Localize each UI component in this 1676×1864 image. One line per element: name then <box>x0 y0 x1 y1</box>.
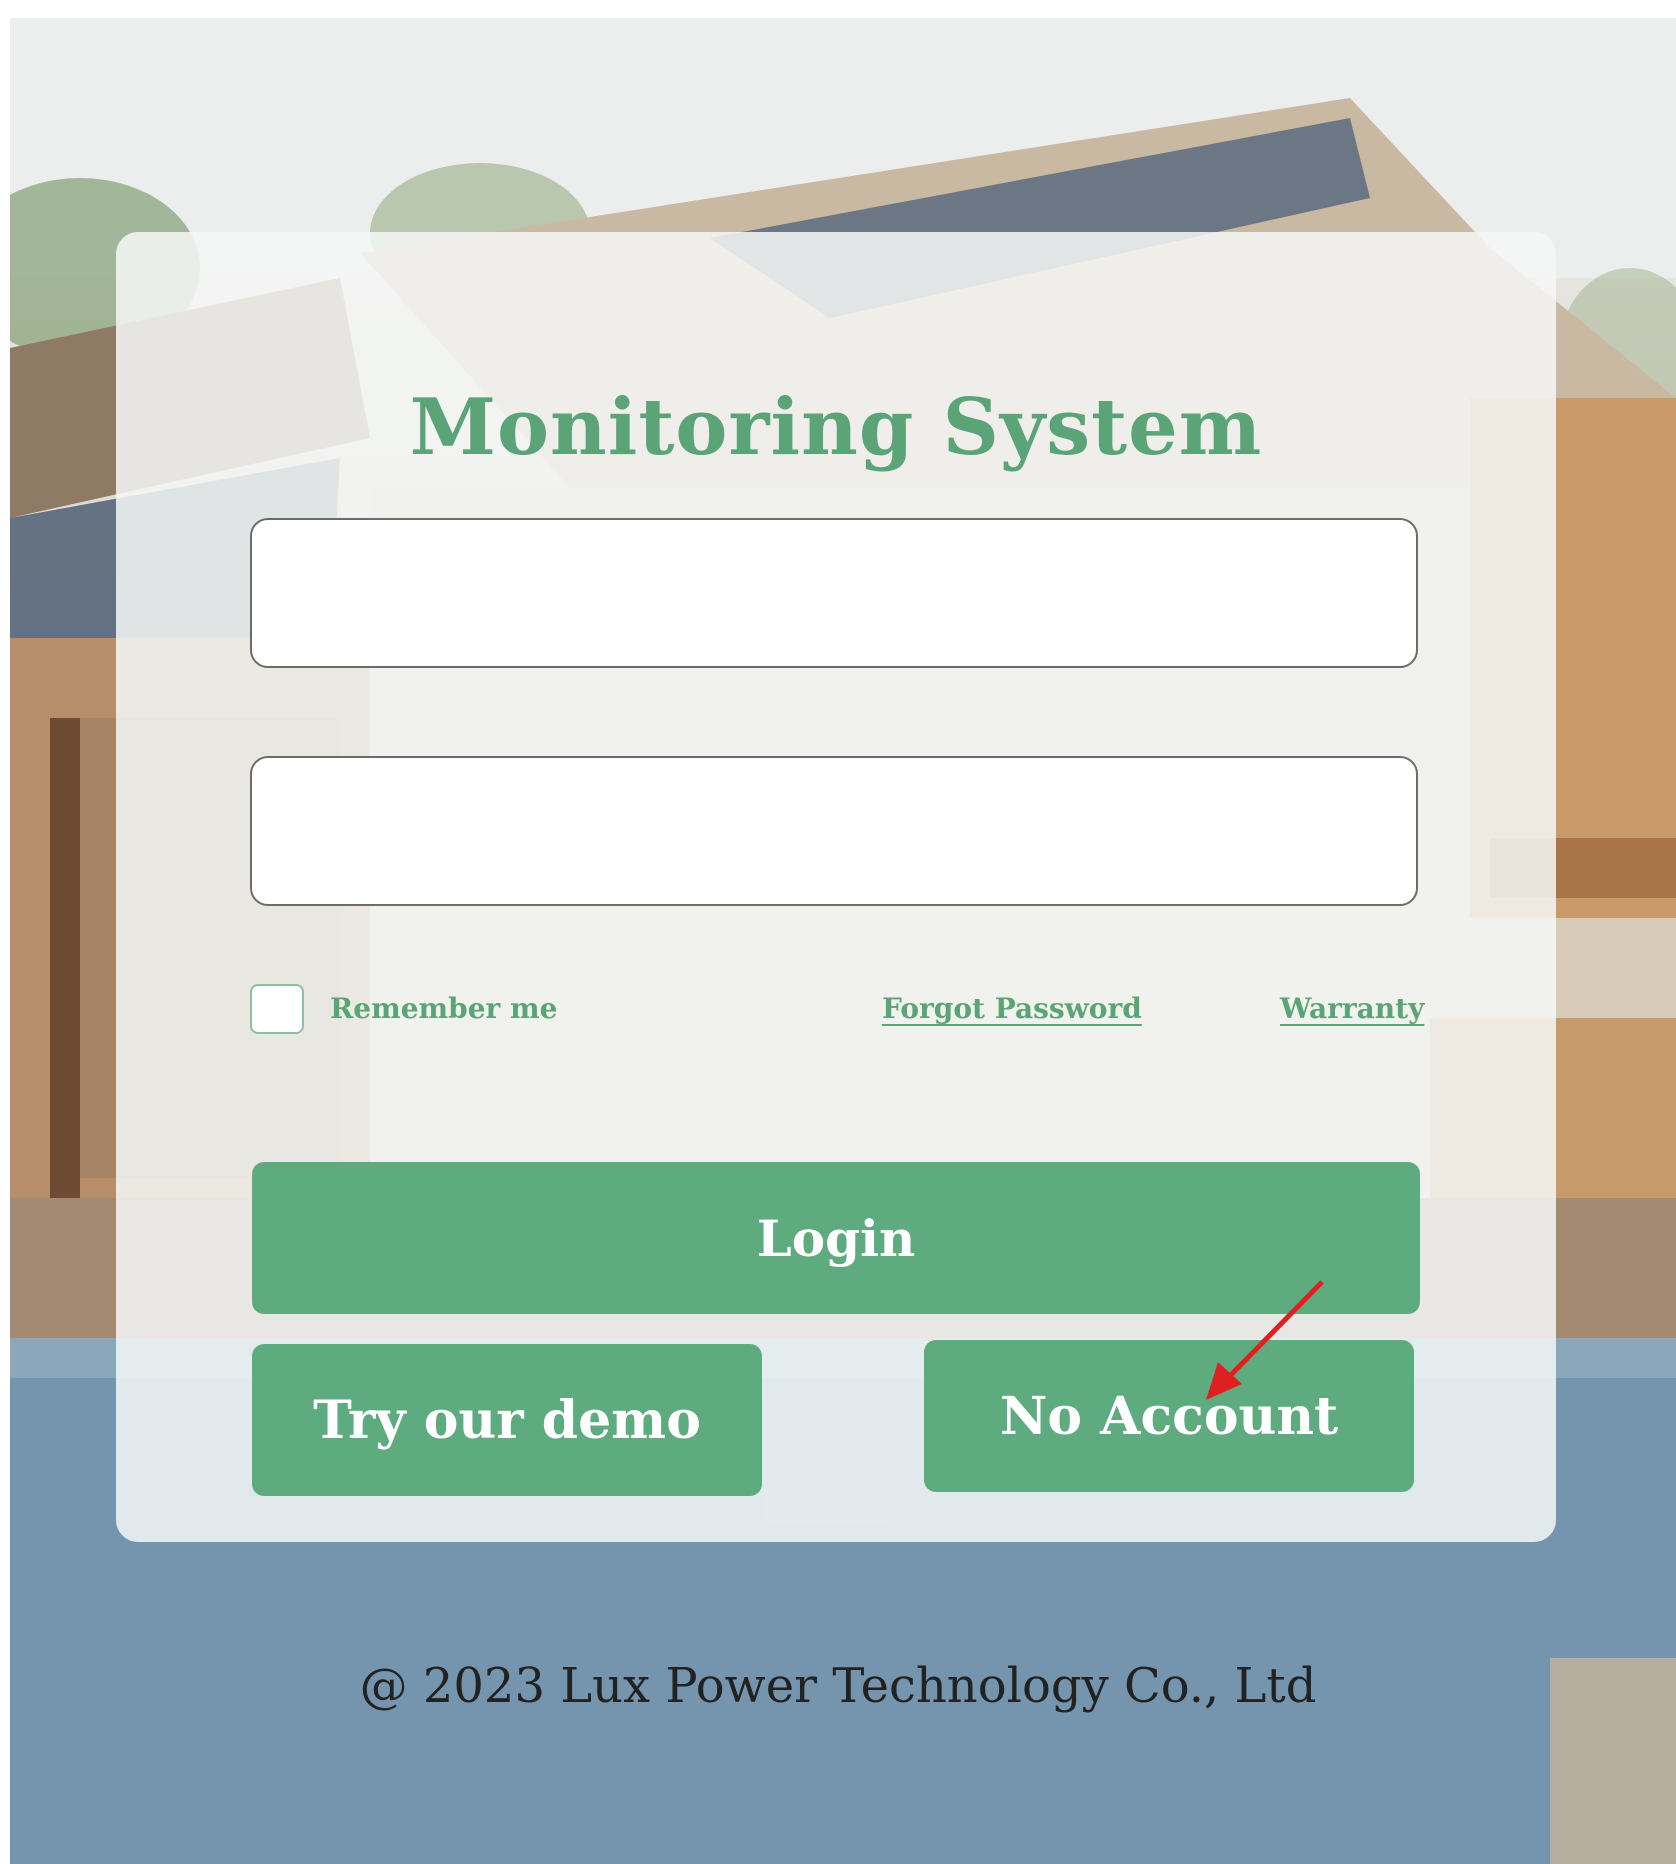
remember-me-label: Remember me <box>330 992 558 1025</box>
password-input[interactable] <box>250 756 1418 906</box>
page-title: Monitoring System <box>409 382 1263 473</box>
username-input[interactable] <box>250 518 1418 668</box>
copyright-footer: @ 2023 Lux Power Technology Co., Ltd <box>359 1658 1317 1714</box>
remember-me-checkbox[interactable] <box>250 984 304 1034</box>
login-button[interactable]: Login <box>252 1162 1420 1314</box>
login-card: Monitoring System Remember me Forgot Pas… <box>116 232 1556 1542</box>
warranty-link[interactable]: Warranty <box>1280 992 1424 1025</box>
try-demo-button[interactable]: Try our demo <box>252 1344 762 1496</box>
forgot-password-link[interactable]: Forgot Password <box>882 992 1142 1025</box>
no-account-button[interactable]: No Account <box>924 1340 1414 1492</box>
